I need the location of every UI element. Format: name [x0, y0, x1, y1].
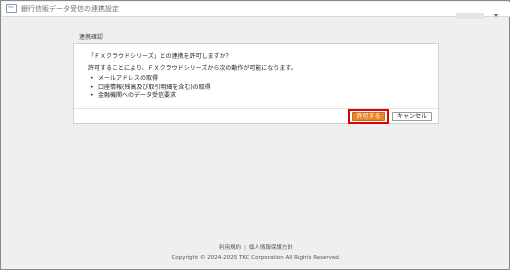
authorization-intro: 許可することにより、ＦＸクラウドシリーズから次の動作が可能になります。 [88, 65, 297, 72]
list-item: • メールアドレスの取得 [90, 75, 211, 84]
authorization-question: 「ＦＸクラウドシリーズ」との連携を許可しますか？ [88, 53, 232, 60]
app-window: TKC 銀行信販データ受信の連携設定 連携確認 「ＦＸクラウドシリーズ」との連携… [0, 0, 510, 270]
bullet: • [90, 92, 94, 99]
footer-separator: | [244, 245, 246, 251]
permission-label: メールアドレスの取得 [98, 75, 159, 82]
list-item: • 口座情報(残高及び取引明細を含む)の取得 [90, 84, 211, 93]
chevron-down-icon[interactable] [494, 14, 498, 17]
user-menu[interactable] [455, 5, 498, 19]
permission-list: • メールアドレスの取得 • 口座情報(残高及び取引明細を含む)の取得 • 金融機関へ… [90, 75, 211, 101]
section-heading: 連携確認 [79, 34, 104, 41]
allow-button[interactable]: 許可する [352, 112, 385, 121]
top-bar: TKC 銀行信販データ受信の連携設定 [2, 2, 510, 19]
tkc-logo-icon[interactable]: TKC [6, 4, 17, 13]
authorization-card: 「ＦＸクラウドシリーズ」との連携を許可しますか？ 許可することにより、ＦＸクラウ… [73, 43, 439, 124]
user-name-redacted [455, 12, 484, 19]
footer-links: 利用規約 | 個人情報保護方針 [1, 244, 511, 252]
list-item: • 金融機関へのデータ受信要求 [90, 92, 211, 101]
cancel-button[interactable]: キャンセル [392, 112, 432, 121]
terms-link[interactable]: 利用規約 [219, 245, 241, 251]
permission-label: 金融機関へのデータ受信要求 [98, 92, 177, 99]
bullet: • [90, 83, 94, 91]
page-title: 銀行信販データ受信の連携設定 [21, 5, 119, 13]
copyright-text: Copyright © 2024-2025 TKC Corporation Al… [171, 255, 341, 261]
permission-label: 口座情報(残高及び取引明細を含む)の取得 [98, 83, 211, 91]
bullet: • [90, 75, 94, 82]
privacy-link[interactable]: 個人情報保護方針 [249, 245, 293, 251]
logo-text: TKC [8, 5, 14, 9]
